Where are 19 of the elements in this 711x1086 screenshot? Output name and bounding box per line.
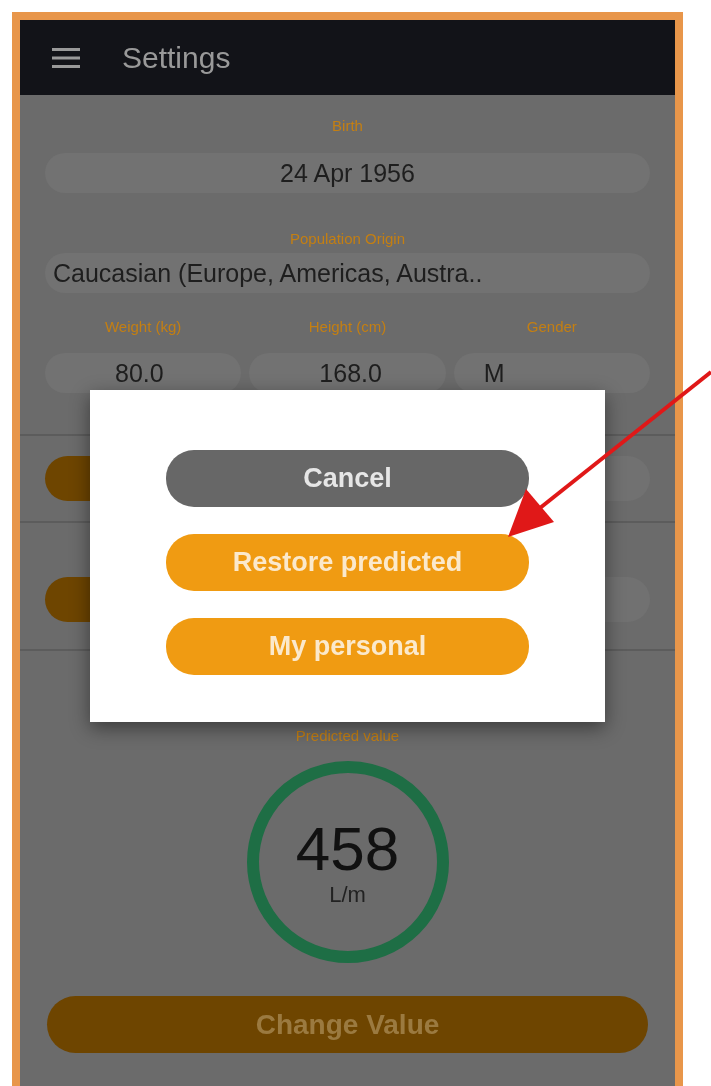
option-button[interactable]: My personal: [166, 618, 529, 675]
cancel-button[interactable]: Cancel: [166, 450, 529, 507]
app-title: Settings: [122, 40, 231, 75]
field-label: Gender: [525, 317, 578, 337]
predicted-value: 458: [295, 816, 400, 882]
measurement-field[interactable]: 168.0: [249, 353, 446, 393]
menu-icon[interactable]: [52, 46, 80, 69]
population-field[interactable]: Caucasian (Europe, Americas, Austra..: [45, 253, 650, 293]
change-value-button[interactable]: Change Value: [47, 996, 648, 1053]
measurement-field[interactable]: 80.0: [45, 353, 242, 393]
unit-label: L/m: [329, 882, 366, 908]
field-label: Height (cm): [307, 317, 388, 337]
birth-field[interactable]: 24 Apr 1956: [45, 153, 650, 193]
field-label: Population Origin: [288, 229, 407, 249]
field-label: Weight (kg): [103, 317, 183, 337]
predicted-label: Predicted value: [295, 726, 400, 746]
field-label: Birth: [331, 116, 364, 136]
measurement-field[interactable]: M: [453, 353, 650, 393]
option-button[interactable]: Restore predicted: [166, 534, 529, 591]
